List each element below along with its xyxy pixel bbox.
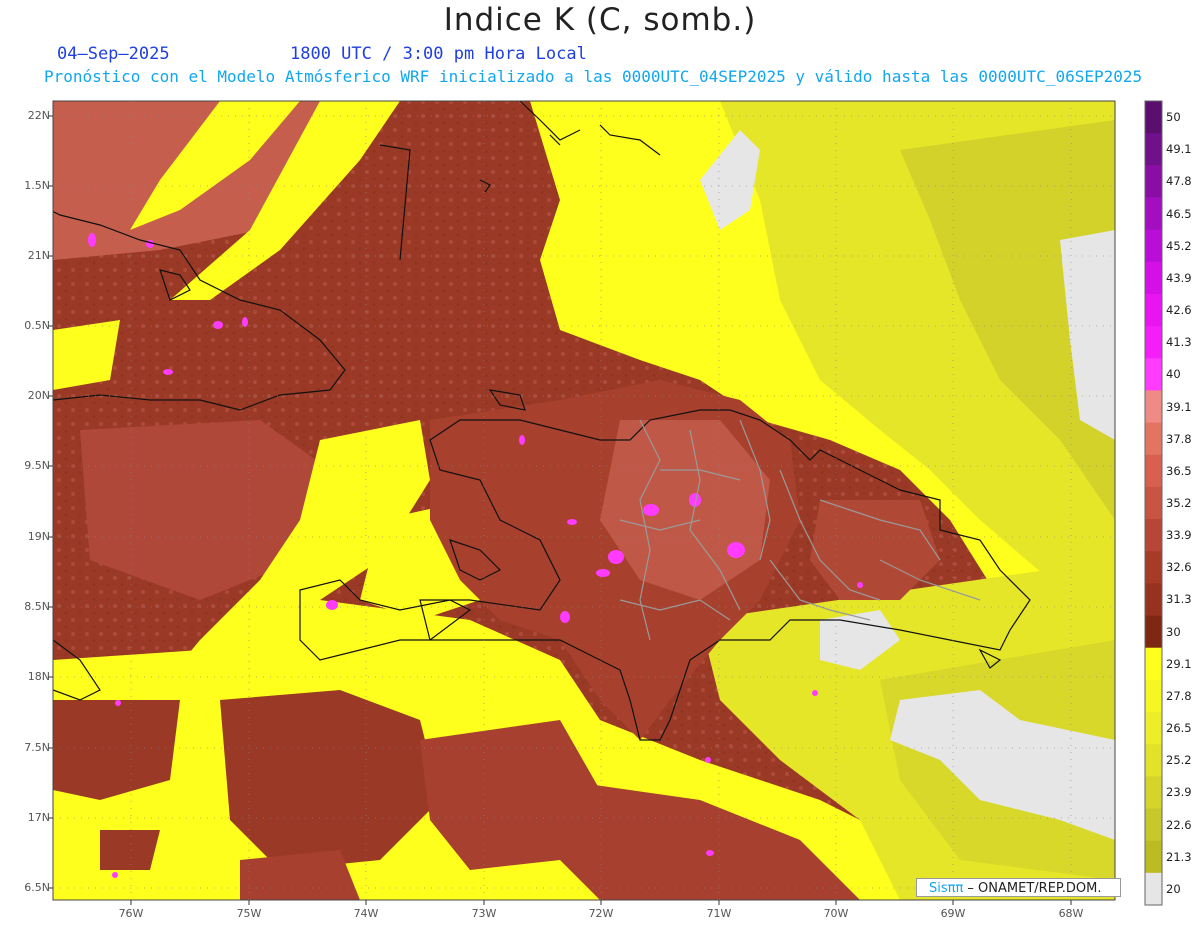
colorbar-swatch (1145, 551, 1162, 584)
colorbar-swatch (1145, 261, 1162, 295)
lat-label: 21N (27, 249, 50, 262)
credit-text: – ONAMET/REP.DOM. (963, 881, 1102, 896)
colorbar-level-label: 46.5 (1166, 206, 1192, 221)
colorbar-level-label: 39.1 (1166, 399, 1192, 414)
colorbar-level-label: 41.3 (1166, 335, 1192, 350)
colorbar-level-label: 42.6 (1166, 303, 1192, 318)
colorbar-swatch (1145, 744, 1162, 777)
colorbar-level-label: 30 (1166, 624, 1181, 639)
colorbar-level-label: 33.9 (1166, 528, 1192, 543)
colorbar-level-label: 45.2 (1166, 238, 1192, 253)
colorbar-swatch (1145, 840, 1162, 874)
lat-label: 17N (27, 811, 50, 824)
colorbar-level-label: 47.8 (1166, 174, 1192, 189)
lon-label: 75W (236, 907, 262, 920)
colorbar-level-label: 43.9 (1166, 270, 1192, 285)
lat-label: 22N (27, 109, 50, 122)
lon-label: 68W (1058, 907, 1084, 920)
lon-label: 72W (588, 907, 614, 920)
colorbar-swatch (1145, 647, 1162, 681)
colorbar (1144, 100, 1163, 906)
colorbar-level-label: 26.5 (1166, 721, 1192, 736)
colorbar-level-label: 29.1 (1166, 656, 1192, 671)
colorbar-level-label: 32.6 (1166, 560, 1192, 575)
map-field (53, 101, 1115, 900)
colorbar-level-label: 23.9 (1166, 785, 1192, 800)
colorbar-level-label: 27.8 (1166, 688, 1192, 703)
lat-label: 19N (27, 530, 50, 543)
lat-label: 1.5N (24, 179, 50, 192)
colorbar-swatch (1145, 486, 1162, 520)
colorbar-swatch (1145, 390, 1162, 424)
brand-prefix: Sis (929, 881, 948, 896)
colorbar-swatch (1145, 358, 1162, 391)
colorbar-level-label: 25.2 (1166, 753, 1192, 768)
colorbar-swatch (1145, 133, 1162, 166)
colorbar-level-label: 40 (1166, 367, 1181, 382)
lat-label: 0.5N (24, 319, 50, 332)
colorbar-swatch (1145, 454, 1162, 488)
lat-label: 6.5N (24, 881, 50, 894)
lat-label: 18N (27, 670, 50, 683)
colorbar-level-label: 36.5 (1166, 463, 1192, 478)
lon-label: 76W (118, 907, 144, 920)
lon-label: 73W (471, 907, 497, 920)
colorbar-level-label: 21.3 (1166, 849, 1192, 864)
lon-label: 69W (940, 907, 966, 920)
colorbar-swatch (1145, 808, 1162, 842)
colorbar-swatch (1145, 679, 1162, 713)
map-figure (48, 100, 1163, 906)
colorbar-swatch (1145, 293, 1162, 327)
colorbar-level-label: 20 (1166, 881, 1181, 896)
lat-label: 8.5N (24, 600, 50, 613)
colorbar-swatch (1145, 326, 1162, 359)
colorbar-level-label: 50 (1166, 110, 1181, 125)
lat-label: 7.5N (24, 741, 50, 754)
colorbar-swatch (1145, 872, 1162, 906)
colorbar-level-label: 49.1 (1166, 142, 1192, 157)
lon-label: 70W (823, 907, 849, 920)
lat-label: 9.5N (24, 459, 50, 472)
colorbar-level-label: 37.8 (1166, 431, 1192, 446)
credit-box: Sisππ – ONAMET/REP.DOM. (916, 878, 1121, 897)
colorbar-level-label: 35.2 (1166, 496, 1192, 510)
colorbar-level-label: 22.6 (1166, 817, 1192, 832)
colorbar-swatch (1145, 712, 1162, 745)
colorbar-swatch (1145, 519, 1162, 552)
colorbar-swatch (1145, 615, 1162, 649)
lat-label: 20N (27, 389, 50, 402)
lon-label: 74W (353, 907, 379, 920)
colorbar-swatch (1145, 776, 1162, 810)
colorbar-swatch (1145, 583, 1162, 617)
colorbar-swatch (1145, 197, 1162, 231)
colorbar-level-label: 31.3 (1166, 592, 1192, 607)
colorbar-swatch (1145, 229, 1162, 263)
lon-label: 71W (706, 907, 732, 920)
colorbar-swatch (1145, 165, 1162, 198)
pi-logo-icon: ππ (947, 881, 964, 896)
colorbar-swatch (1145, 422, 1162, 456)
colorbar-swatch (1145, 101, 1162, 134)
